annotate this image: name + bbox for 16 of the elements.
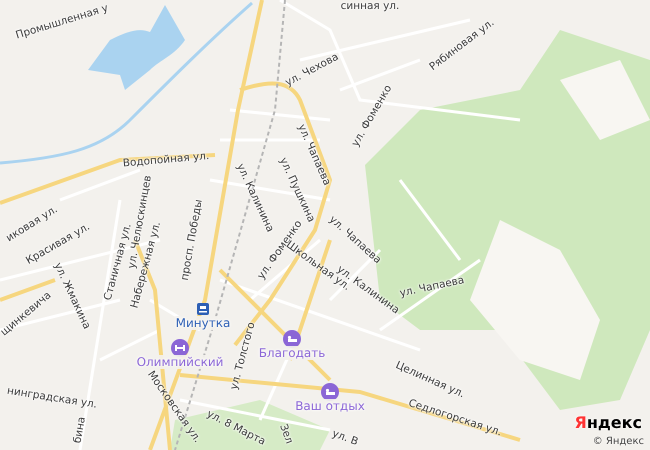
- copyright-text[interactable]: © Яндекс: [592, 436, 644, 447]
- street-label: нинградская ул.: [6, 386, 98, 410]
- street-label: бина: [72, 416, 88, 444]
- train-icon[interactable]: [194, 300, 212, 318]
- street-label: Зел: [278, 422, 294, 446]
- place-label[interactable]: Олимпийский: [134, 355, 226, 369]
- place-label[interactable]: Ваш отдых: [293, 399, 367, 413]
- street-label: ул. Чапаева: [398, 275, 466, 299]
- street-label: Водопойная ул.: [122, 151, 210, 169]
- dumbbell-icon[interactable]: [171, 339, 189, 357]
- street-label: синная ул.: [340, 0, 400, 12]
- street-label: ул. В: [330, 428, 360, 448]
- place-label[interactable]: Минутка: [174, 316, 232, 330]
- bed-icon[interactable]: [283, 330, 301, 348]
- map-logo[interactable]: Яндекс: [574, 413, 642, 432]
- street-label: просп. Победы: [180, 198, 204, 282]
